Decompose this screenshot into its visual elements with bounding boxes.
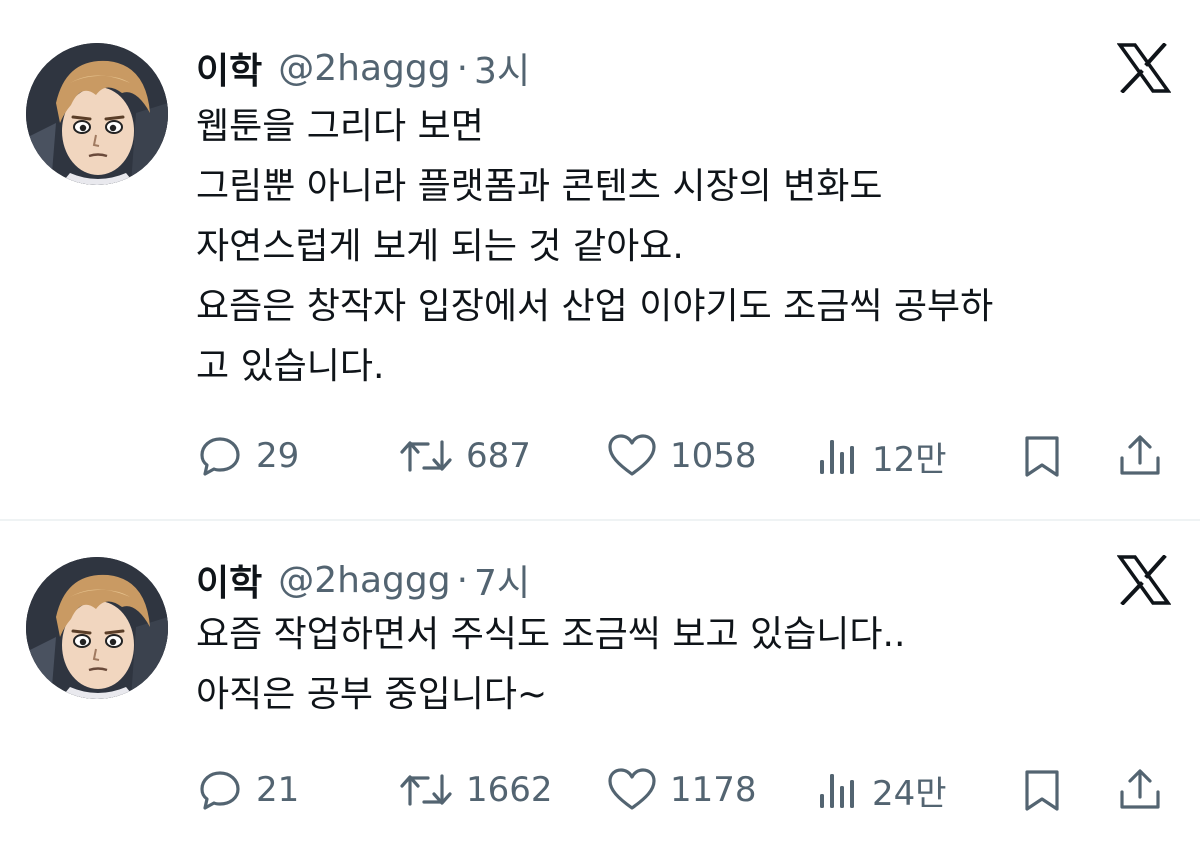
tweet-divider xyxy=(0,519,1200,521)
bookmark-icon xyxy=(1025,770,1059,811)
reply-count: 29 xyxy=(256,436,300,476)
tweet-text-line: 웹툰을 그리다 보면 xyxy=(196,106,484,147)
tweet-header: 이학 @2haggg · 7시 xyxy=(196,550,530,610)
tweet-text-line: 요즘 작업하면서 주식도 조금씩 보고 있습니다.. xyxy=(196,614,906,655)
retweet-button[interactable]: 687 xyxy=(398,426,531,486)
share-icon xyxy=(1120,435,1160,475)
retweet-icon xyxy=(400,440,452,472)
like-count: 1178 xyxy=(670,770,757,810)
bookmark-button[interactable] xyxy=(1020,426,1064,486)
author-handle[interactable]: @2haggg xyxy=(278,560,450,601)
heart-icon xyxy=(608,768,656,810)
retweet-count: 687 xyxy=(466,436,531,476)
tweet-text: 요즘 작업하면서 주식도 조금씩 보고 있습니다.. 아직은 공부 중입니다~ xyxy=(196,605,1176,725)
avatar[interactable] xyxy=(26,557,168,699)
separator-dot: · xyxy=(456,47,469,89)
views-button[interactable]: 12만 xyxy=(816,426,947,486)
action-bar: 29 687 1058 12만 xyxy=(0,426,1200,486)
tweet-text-line: 요즘은 창작자 입장에서 산업 이야기도 조금씩 공부하 xyxy=(196,286,994,327)
tweet-text: 웹툰을 그리다 보면 그림뿐 아니라 플랫폼과 콘텐츠 시장의 변화도 자연스럽… xyxy=(196,97,1176,397)
views-icon xyxy=(820,774,854,808)
like-button[interactable]: 1058 xyxy=(606,426,757,486)
avatar-image xyxy=(26,557,168,699)
share-button[interactable] xyxy=(1116,426,1164,486)
tweet-header: 이학 @2haggg · 3시 xyxy=(196,38,530,98)
views-count: 12만 xyxy=(872,439,947,480)
tweet-text-line: 아직은 공부 중입니다~ xyxy=(196,674,548,715)
x-logo-icon xyxy=(1117,555,1171,605)
retweet-icon xyxy=(400,774,452,806)
retweet-button[interactable]: 1662 xyxy=(398,760,553,820)
like-count: 1058 xyxy=(670,436,757,476)
heart-icon xyxy=(608,434,656,476)
author-handle[interactable]: @2haggg xyxy=(278,48,450,89)
bookmark-icon xyxy=(1025,436,1059,477)
tweet-text-line: 자연스럽게 보게 되는 것 같아요. xyxy=(196,226,684,267)
reply-count: 21 xyxy=(256,770,300,810)
action-bar: 21 1662 1178 24만 xyxy=(0,760,1200,820)
views-count: 24만 xyxy=(872,773,947,814)
avatar-image xyxy=(26,43,168,185)
avatar[interactable] xyxy=(26,43,168,185)
views-icon xyxy=(820,440,854,474)
like-button[interactable]: 1178 xyxy=(606,760,757,820)
tweet-text-line: 그림뿐 아니라 플랫폼과 콘텐츠 시장의 변화도 xyxy=(196,166,883,207)
tweet-card[interactable]: 이학 @2haggg · 3시 웹툰을 그리다 보면 그림뿐 아니라 플랫폼과 … xyxy=(0,0,1200,520)
author-name[interactable]: 이학 xyxy=(196,42,262,94)
reply-button[interactable]: 29 xyxy=(196,426,299,486)
retweet-count: 1662 xyxy=(466,770,553,810)
reply-button[interactable]: 21 xyxy=(196,760,299,820)
author-name[interactable]: 이학 xyxy=(196,554,262,606)
share-icon xyxy=(1120,769,1160,809)
timestamp[interactable]: 3시 xyxy=(474,42,530,94)
reply-icon xyxy=(200,437,240,476)
separator-dot: · xyxy=(456,559,469,601)
tweet-card[interactable]: 이학 @2haggg · 7시 요즘 작업하면서 주식도 조금씩 보고 있습니다… xyxy=(0,522,1200,846)
reply-icon xyxy=(200,771,240,810)
x-logo-icon xyxy=(1117,43,1171,93)
share-button[interactable] xyxy=(1116,760,1164,820)
tweet-text-line: 고 있습니다. xyxy=(196,346,385,387)
bookmark-button[interactable] xyxy=(1020,760,1064,820)
timestamp[interactable]: 7시 xyxy=(474,554,530,606)
views-button[interactable]: 24만 xyxy=(816,760,947,820)
